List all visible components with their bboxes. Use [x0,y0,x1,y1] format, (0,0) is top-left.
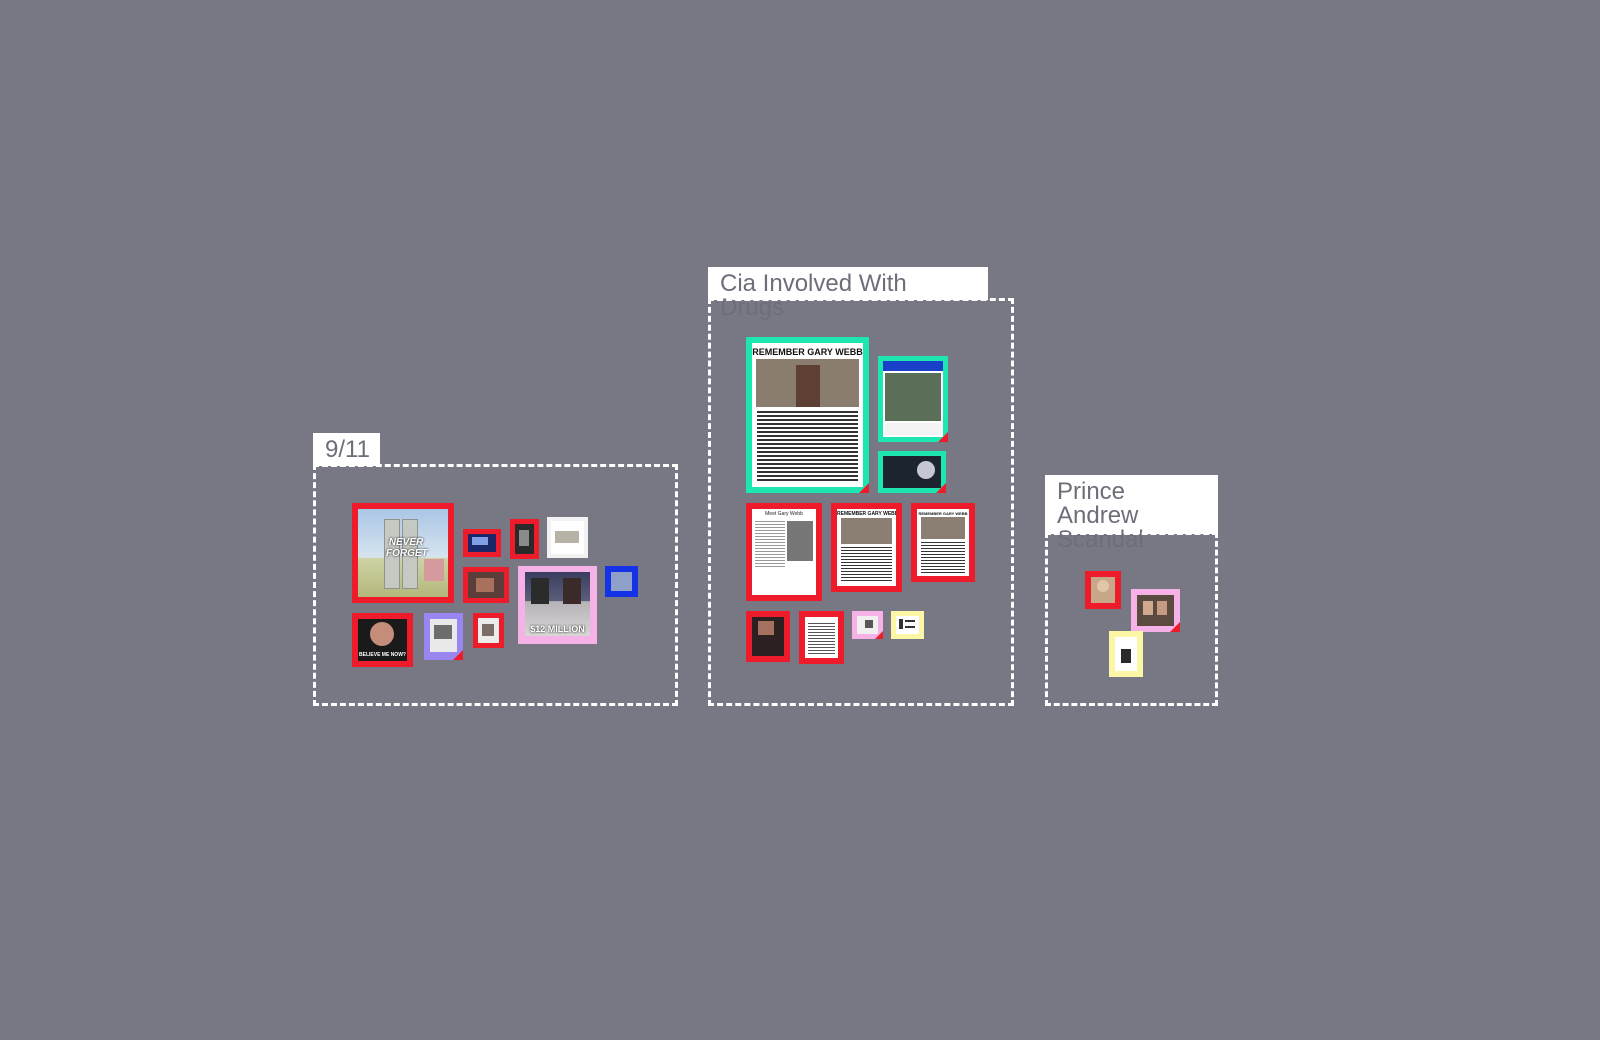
image-card-cia-seal[interactable] [878,451,946,493]
image-card-small[interactable] [891,611,924,639]
card-heading: REMEMBER GARY WEBB [918,511,968,516]
image-card-small[interactable] [746,611,790,662]
image-card-small[interactable] [424,613,463,660]
card-overlay-text: NEVER FORGET [386,537,428,559]
cluster-title-line1: Prince Andrew [1057,478,1139,529]
image-card-remember-gary-webb-2[interactable]: REMEMBER GARY WEBB [831,503,902,592]
image-card-remember-gary-webb[interactable]: REMEMBER GARY WEBB [746,337,869,493]
image-card-small[interactable] [547,517,588,558]
image-card-small[interactable] [1109,631,1143,677]
card-overlay-text: BELIEVE ME NOW? [359,652,406,658]
card-heading: Meet Gary Webb [765,511,803,517]
cluster-label-cia[interactable]: Cia Involved With Drugs [708,267,988,320]
image-card-small[interactable] [463,529,501,557]
image-card-never-forget[interactable]: NEVER FORGET [352,503,454,603]
image-card-twelve-million[interactable]: $12 MILLION [518,566,597,644]
image-card-small[interactable] [605,566,638,597]
cluster-label-prince-andrew[interactable]: Prince Andrew Scandal [1045,475,1218,552]
image-card-cia-plane[interactable] [878,356,948,442]
card-overlay-text: $12 MILLION [530,624,585,634]
image-card-meet-gary-webb[interactable]: Meet Gary Webb [746,503,822,601]
image-card-small[interactable] [799,611,844,664]
image-card-remember-gary-webb-3[interactable]: REMEMBER GARY WEBB [911,503,975,582]
image-card-small[interactable] [463,567,509,603]
image-card-small[interactable] [510,519,539,559]
card-heading: REMEMBER GARY WEBB [752,347,863,357]
cluster-label-911[interactable]: 9/11 [313,433,380,466]
image-card-small[interactable] [852,611,883,639]
image-card-small[interactable] [1085,571,1121,609]
image-card-believe-me[interactable]: BELIEVE ME NOW? [352,613,413,667]
cluster-title: 9/11 [325,436,370,463]
card-heading: REMEMBER GARY WEBB [837,511,896,517]
image-card-small[interactable] [473,613,504,648]
image-card-small[interactable] [1131,589,1180,632]
